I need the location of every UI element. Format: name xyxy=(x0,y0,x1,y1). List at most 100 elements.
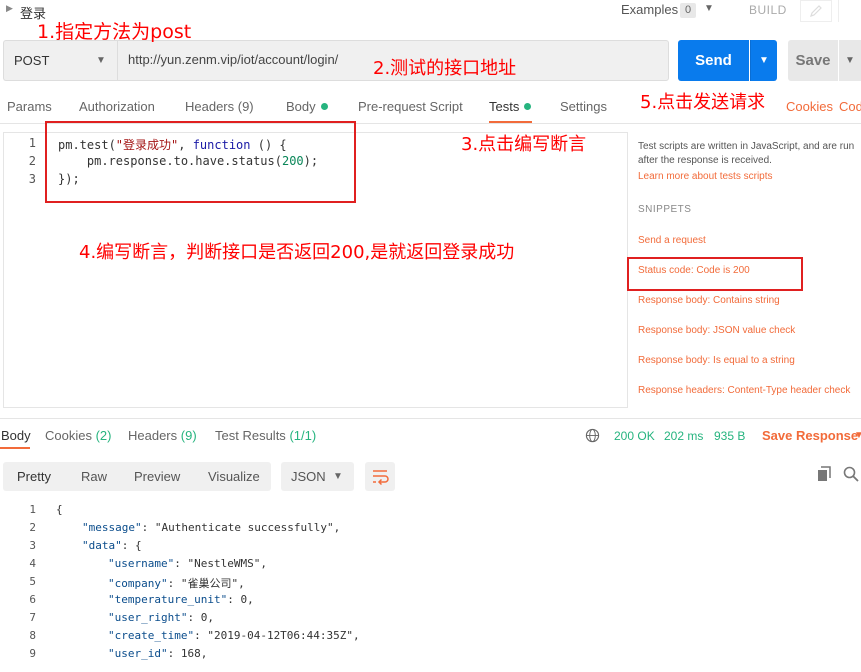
build-button[interactable]: BUILD xyxy=(749,3,787,17)
view-raw-button[interactable]: Raw xyxy=(81,469,107,484)
response-tab-headers[interactable]: Headers (9) xyxy=(128,428,197,443)
learn-more-link[interactable]: Learn more about tests scripts xyxy=(638,171,773,182)
tab-params[interactable]: Params xyxy=(7,99,52,114)
json-key: "data" xyxy=(82,539,122,552)
active-tab-indicator xyxy=(0,447,30,449)
headers-count: (9) xyxy=(180,428,197,443)
response-tab-cookies-label: Cookies xyxy=(45,428,92,443)
cookies-count: (2) xyxy=(95,428,112,443)
test-results-count: (1/1) xyxy=(289,428,317,443)
response-line: "user_id": 168, xyxy=(108,647,207,660)
view-pretty-button[interactable]: Pretty xyxy=(17,469,51,484)
response-line-number: 6 xyxy=(29,593,36,606)
snippets-heading: SNIPPETS xyxy=(638,204,692,215)
json-key: "username" xyxy=(108,557,175,570)
tab-headers-label: Headers (9) xyxy=(185,99,254,114)
wrap-lines-button[interactable] xyxy=(365,462,395,491)
annotation-step-4: 4.编写断言，判断接口是否返回200,是就返回登录成功 xyxy=(79,242,515,263)
tab-tests[interactable]: Tests xyxy=(489,99,532,114)
response-time: 202 ms xyxy=(664,429,704,443)
response-line: "company": "雀巢公司", xyxy=(108,575,245,591)
globe-icon[interactable] xyxy=(585,428,600,443)
view-visualize-button[interactable]: Visualize xyxy=(208,469,260,484)
chevron-down-icon[interactable]: ▼ xyxy=(704,3,714,14)
status-dot-icon xyxy=(524,103,532,110)
response-line-number: 2 xyxy=(29,521,36,534)
tab-headers[interactable]: Headers (9) xyxy=(185,99,254,114)
wrap-lines-icon xyxy=(373,470,389,486)
chevron-down-icon[interactable]: ▼ xyxy=(854,430,861,441)
response-line: { xyxy=(56,503,63,516)
collapse-caret-icon[interactable]: ▶ xyxy=(6,3,13,14)
response-line-number: 4 xyxy=(29,557,36,570)
edit-icon[interactable] xyxy=(800,0,832,22)
response-divider xyxy=(0,418,861,419)
json-value: : 0, xyxy=(187,611,214,624)
json-key: "company" xyxy=(108,577,168,590)
response-line-number: 1 xyxy=(29,503,36,516)
line-number: 1 xyxy=(28,136,36,150)
response-line-number: 7 xyxy=(29,611,36,624)
save-button[interactable]: Save xyxy=(788,40,838,81)
response-size: 935 B xyxy=(714,429,746,443)
tests-description: Test scripts are written in JavaScript, … xyxy=(638,141,855,166)
send-options-chevron-icon[interactable]: ▼ xyxy=(750,40,777,81)
snippet-item[interactable]: Response body: Is equal to a string xyxy=(638,355,795,366)
annotation-step-3: 3.点击编写断言 xyxy=(461,134,587,155)
cookies-link[interactable]: Cookies xyxy=(786,99,833,114)
save-response-button[interactable]: Save Response xyxy=(762,428,858,443)
search-icon[interactable] xyxy=(843,466,859,482)
topbar-edge xyxy=(838,0,861,22)
response-line-number: 8 xyxy=(29,629,36,642)
format-label: JSON xyxy=(291,469,326,484)
chevron-down-icon[interactable]: ▼ xyxy=(96,55,106,66)
response-tab-cookies[interactable]: Cookies (2) xyxy=(45,428,111,443)
line-number: 2 xyxy=(28,154,36,168)
json-value: : "2019-04-12T06:44:35Z", xyxy=(194,629,360,642)
response-line: "create_time": "2019-04-12T06:44:35Z", xyxy=(108,629,360,642)
examples-button[interactable]: Examples xyxy=(621,2,678,17)
annotation-box-snippet xyxy=(627,257,803,291)
annotation-step-2: 2.测试的接口地址 xyxy=(373,58,517,79)
annotation-step-1: 1.指定方法为post xyxy=(37,21,192,43)
json-value: : "雀巢公司", xyxy=(167,577,245,590)
json-value: : { xyxy=(121,539,142,552)
json-value: : 168, xyxy=(167,647,208,660)
tab-pre-request-script[interactable]: Pre-request Script xyxy=(358,99,463,114)
json-key: "user_id" xyxy=(108,647,168,660)
json-value: { xyxy=(56,503,63,516)
snippet-item[interactable]: Response body: Contains string xyxy=(638,295,780,306)
json-key: "message" xyxy=(82,521,142,534)
response-line: "temperature_unit": 0, xyxy=(108,593,254,606)
view-preview-button[interactable]: Preview xyxy=(134,469,180,484)
snippet-item[interactable]: Response body: JSON value check xyxy=(638,325,795,336)
response-line: "user_right": 0, xyxy=(108,611,214,624)
tab-settings[interactable]: Settings xyxy=(560,99,607,114)
tab-authorization[interactable]: Authorization xyxy=(79,99,155,114)
annotation-step-5: 5.点击发送请求 xyxy=(640,92,766,113)
snippet-item[interactable]: Send a request xyxy=(638,235,706,246)
method-label: POST xyxy=(14,53,50,68)
json-value: : "Authenticate successfully", xyxy=(141,521,341,534)
url-text: http://yun.zenm.vip/iot/account/login/ xyxy=(128,52,339,67)
code-link[interactable]: Cod xyxy=(839,99,861,114)
tab-body[interactable]: Body xyxy=(286,99,328,114)
response-tab-body[interactable]: Body xyxy=(1,428,31,443)
json-key: "user_right" xyxy=(108,611,188,624)
json-value: : "NestleWMS", xyxy=(174,557,267,570)
send-button[interactable]: Send xyxy=(678,40,749,81)
save-options-chevron-icon[interactable]: ▼ xyxy=(839,40,861,81)
json-key: "create_time" xyxy=(108,629,195,642)
response-tab-test-results[interactable]: Test Results (1/1) xyxy=(215,428,316,443)
response-line: "data": { xyxy=(82,539,142,552)
status-code: 200 OK xyxy=(614,429,655,443)
chevron-down-icon[interactable]: ▼ xyxy=(333,471,343,482)
annotation-box-code xyxy=(45,121,356,203)
copy-icon[interactable] xyxy=(817,466,832,482)
snippet-item[interactable]: Response headers: Content-Type header ch… xyxy=(638,385,850,396)
tab-body-label: Body xyxy=(286,99,316,114)
json-key: "temperature_unit" xyxy=(108,593,228,606)
response-tab-test-results-label: Test Results xyxy=(215,428,286,443)
response-line: "message": "Authenticate successfully", xyxy=(82,521,340,534)
examples-count-badge: 0 xyxy=(680,3,696,18)
